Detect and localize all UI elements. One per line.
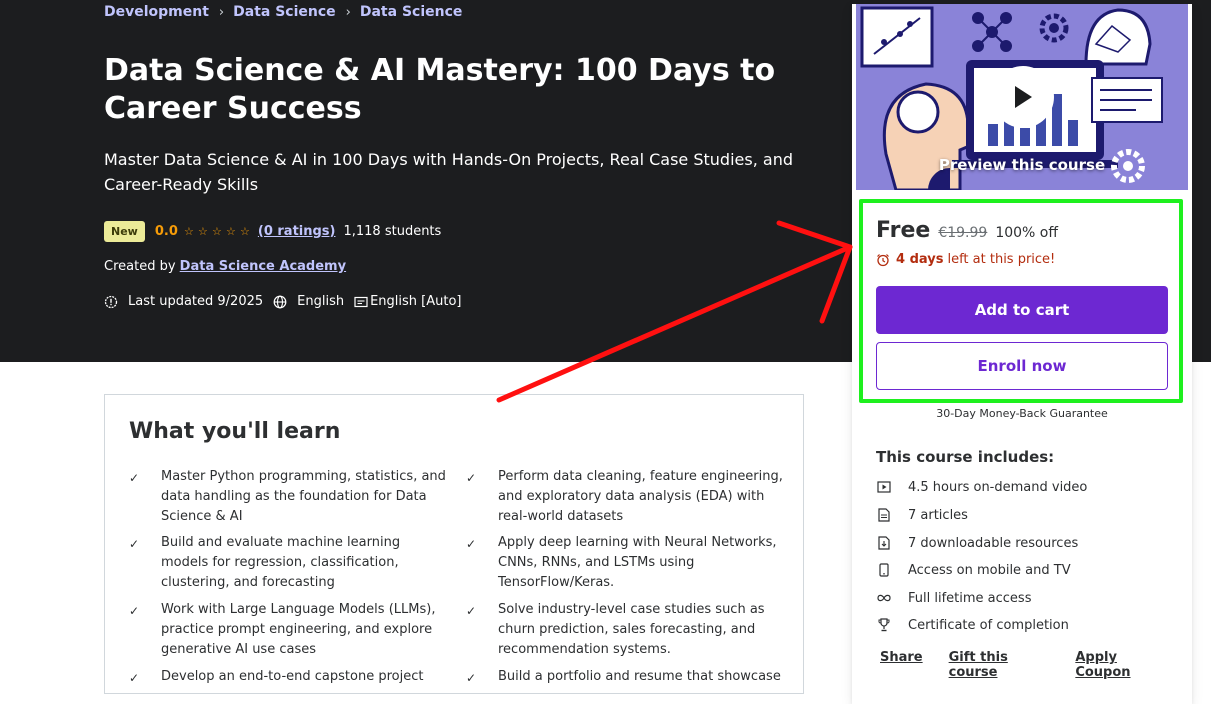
- language: English: [273, 294, 344, 309]
- gift-course-link[interactable]: Gift this course: [949, 650, 1050, 680]
- what-youll-learn: What you'll learn ✓ Master Python progra…: [104, 394, 804, 694]
- infinity-icon: [876, 590, 892, 606]
- learn-item-text: Apply deep learning with Neural Networks…: [498, 535, 777, 590]
- learn-item-text: Perform data cleaning, feature engineeri…: [498, 469, 783, 524]
- learn-item-text: Work with Large Language Models (LLMs), …: [161, 602, 436, 657]
- learn-item: ✓ Solve industry-level case studies such…: [466, 600, 788, 660]
- mobile-icon: [876, 562, 892, 578]
- video-icon: [876, 479, 892, 495]
- original-price: €19.99: [938, 225, 988, 241]
- course-preview[interactable]: Preview this course: [856, 4, 1188, 190]
- learn-item: ✓ Master Python programming, statistics,…: [129, 467, 451, 527]
- includes-item-label: 7 downloadable resources: [908, 535, 1079, 551]
- includes-item: Access on mobile and TV: [876, 560, 1071, 580]
- course-meta: Last updated 9/2025 English English [Aut…: [104, 294, 472, 309]
- price-timer: 4 days left at this price!: [876, 252, 1055, 267]
- check-icon: ✓: [466, 604, 477, 618]
- article-icon: [876, 507, 892, 523]
- star-outline-icon: ☆: [239, 224, 250, 238]
- chevron-right-icon: ›: [345, 4, 351, 20]
- timer-text: left at this price!: [947, 252, 1056, 267]
- includes-item: 7 articles: [876, 505, 968, 525]
- learn-item: ✓ Work with Large Language Models (LLMs)…: [129, 600, 451, 660]
- includes-item-label: 7 articles: [908, 507, 968, 523]
- apply-coupon-link[interactable]: Apply Coupon: [1075, 650, 1166, 680]
- breadcrumb-development[interactable]: Development: [104, 4, 209, 20]
- learn-item-text: Build a portfolio and resume that showca…: [498, 669, 781, 684]
- learn-item: ✓ Build a portfolio and resume that show…: [466, 667, 788, 687]
- purchase-sidebar: Preview this course Free €19.99 100% off…: [852, 4, 1192, 704]
- learn-item-text: Develop an end-to-end capstone project: [161, 669, 424, 684]
- includes-item-label: Certificate of completion: [908, 617, 1069, 633]
- learn-item: ✓ Apply deep learning with Neural Networ…: [466, 533, 788, 593]
- breadcrumb-data-science-topic[interactable]: Data Science: [360, 4, 463, 20]
- sidebar-links: Share Gift this course Apply Coupon: [880, 650, 1192, 680]
- breadcrumb-data-science[interactable]: Data Science: [233, 4, 336, 20]
- current-price: Free: [876, 218, 931, 243]
- language-text: English: [297, 294, 345, 309]
- play-button[interactable]: [992, 66, 1054, 128]
- closed-captions-icon: [354, 295, 368, 309]
- check-icon: ✓: [466, 471, 477, 485]
- learn-item: ✓ Build and evaluate machine learning mo…: [129, 533, 451, 593]
- includes-item: 7 downloadable resources: [876, 533, 1078, 553]
- includes-item: Certificate of completion: [876, 615, 1069, 635]
- price-row: Free €19.99 100% off: [876, 218, 1058, 243]
- check-icon: ✓: [129, 537, 140, 551]
- last-updated: Last updated 9/2025: [104, 294, 263, 309]
- alarm-clock-icon: [877, 253, 889, 266]
- course-subtitle: Master Data Science & AI in 100 Days wit…: [104, 150, 793, 194]
- check-icon: ✓: [466, 537, 477, 551]
- learn-item: ✓ Perform data cleaning, feature enginee…: [466, 467, 788, 527]
- preview-label: Preview this course: [938, 156, 1106, 174]
- star-outline-icon: ☆: [183, 224, 194, 238]
- learn-item-text: Solve industry-level case studies such a…: [498, 602, 765, 657]
- created-by-label: Created by: [104, 259, 176, 274]
- new-badge: New: [104, 220, 145, 242]
- check-icon: ✓: [129, 671, 140, 685]
- star-outline-icon: ☆: [225, 224, 236, 238]
- learn-item-text: Master Python programming, statistics, a…: [161, 469, 446, 524]
- includes-item: Full lifetime access: [876, 588, 1031, 608]
- star-outline-icon: ☆: [197, 224, 208, 238]
- includes-title: This course includes:: [876, 448, 1055, 466]
- check-icon: ✓: [129, 604, 140, 618]
- includes-item-label: 4.5 hours on-demand video: [908, 479, 1088, 495]
- chevron-right-icon: ›: [218, 4, 225, 20]
- created-by: Created by Data Science Academy: [104, 259, 346, 274]
- check-icon: ✓: [129, 471, 140, 485]
- breadcrumb: Development › Data Science › Data Scienc…: [104, 4, 462, 20]
- student-count: 1,118 students: [343, 223, 442, 239]
- money-back-guarantee: 30-Day Money-Back Guarantee: [936, 407, 1108, 420]
- rating-row: New 0.0 ☆ ☆ ☆ ☆ ☆ (0 ratings) 1,118 stud…: [104, 219, 441, 243]
- alert-badge-icon: [104, 295, 118, 309]
- includes-item: 4.5 hours on-demand video: [876, 477, 1087, 497]
- captions: English [Auto]: [354, 294, 462, 309]
- author-link[interactable]: Data Science Academy: [180, 259, 346, 274]
- globe-icon: [273, 295, 287, 309]
- captions-text: English [Auto]: [370, 294, 462, 309]
- timer-days: 4 days: [896, 252, 944, 267]
- course-title: Data Science & AI Mastery: 100 Days to C…: [104, 53, 776, 126]
- includes-item-label: Access on mobile and TV: [908, 562, 1071, 578]
- discount-percent: 100% off: [995, 225, 1058, 241]
- add-to-cart-button[interactable]: Add to cart: [876, 286, 1168, 334]
- includes-item-label: Full lifetime access: [908, 590, 1032, 606]
- learn-item: ✓ Develop an end-to-end capstone project: [129, 667, 451, 687]
- trophy-icon: [876, 617, 892, 633]
- rating-stars: ☆ ☆ ☆ ☆ ☆: [182, 225, 252, 238]
- share-link[interactable]: Share: [880, 650, 923, 680]
- rating-value: 0.0: [154, 223, 178, 239]
- star-outline-icon: ☆: [211, 224, 222, 238]
- enroll-now-button[interactable]: Enroll now: [876, 342, 1168, 390]
- ratings-count-link[interactable]: (0 ratings): [258, 224, 336, 239]
- learn-title: What you'll learn: [129, 419, 341, 444]
- download-icon: [876, 535, 892, 551]
- learn-item-text: Build and evaluate machine learning mode…: [161, 535, 401, 590]
- play-icon: [1015, 86, 1032, 108]
- last-updated-text: Last updated 9/2025: [128, 294, 264, 309]
- check-icon: ✓: [466, 671, 477, 685]
